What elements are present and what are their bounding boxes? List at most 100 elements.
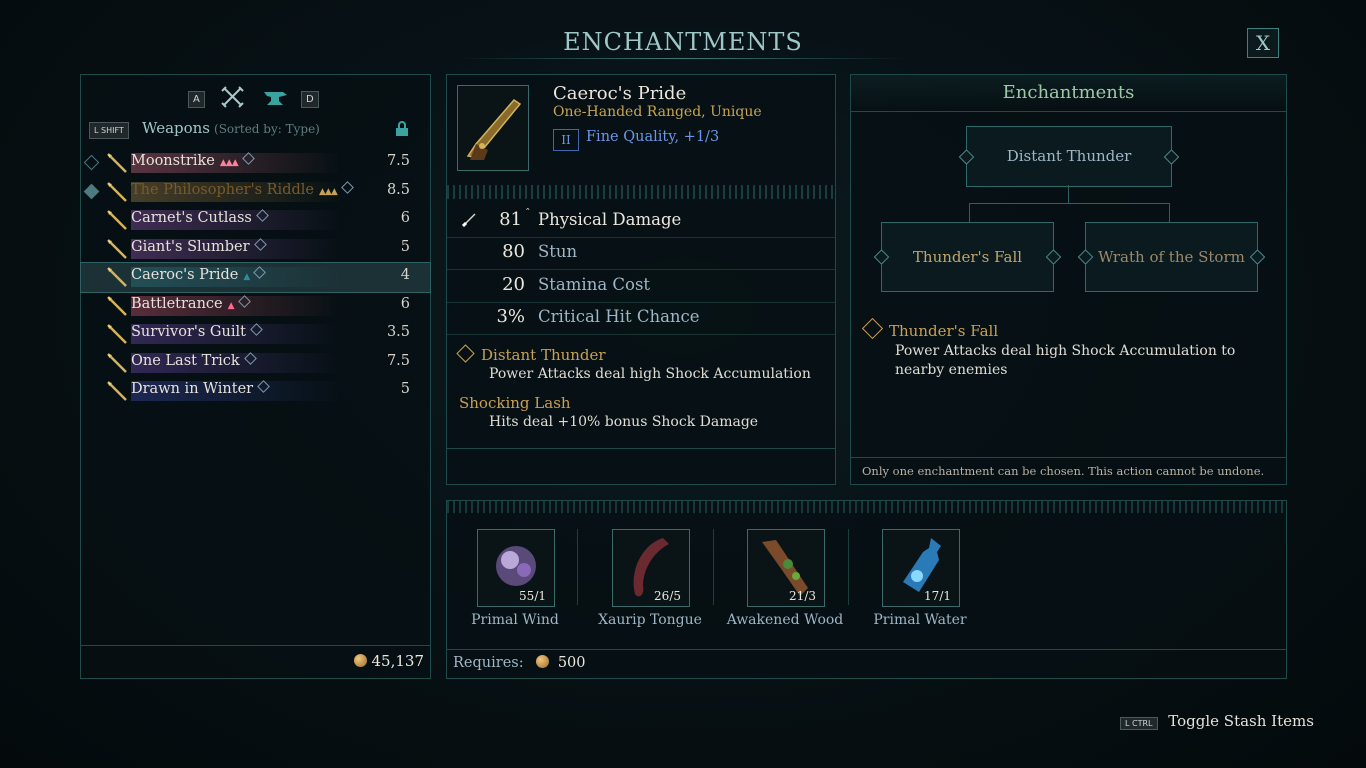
stat-row: 20 Stamina Cost (447, 270, 835, 303)
tree-connector (969, 203, 970, 222)
selected-enchant-title: Thunder's Fall (889, 322, 999, 340)
stat-label: Stamina Cost (538, 275, 651, 294)
enchant-slot-icon (253, 266, 267, 279)
marker-diamond-icon (83, 183, 100, 199)
material-name: Primal Wind (471, 612, 559, 628)
enchant-node-label: Wrath of the Storm (1098, 248, 1245, 266)
stat-row: 3% Critical Hit Chance (447, 302, 835, 335)
enchantment-title: Distant Thunder (481, 346, 606, 364)
material-slot[interactable]: 26/5 Xaurip Tongue (598, 529, 702, 628)
materials-panel: 55/1 Primal Wind 26/5 Xaurip Tongue 21/3… (446, 500, 1287, 679)
material-slot[interactable]: 21/3 Awakened Wood (727, 529, 843, 628)
material-slot[interactable]: 17/1 Primal Water (873, 529, 967, 628)
coin-icon (536, 655, 550, 668)
weapon-row[interactable]: Moonstrike ▲▲▲ 7.5 (81, 149, 430, 178)
section-divider (447, 501, 1286, 513)
page-title: ENCHANTMENTS (563, 28, 803, 56)
enchant-slot-icon (257, 380, 270, 393)
enchant-slot-icon (256, 209, 269, 222)
toggle-stash-label: Toggle Stash Items (1168, 712, 1314, 730)
coin-icon (353, 654, 367, 667)
category-title: Weapons (142, 119, 211, 137)
weapon-value: 7.5 (386, 153, 410, 169)
weapon-value: 6 (400, 295, 410, 312)
weapon-row[interactable]: Giant's Slumber 5 (81, 235, 430, 264)
enchant-node-label: Thunder's Fall (912, 248, 1023, 266)
stat-value: 20 (502, 274, 525, 295)
material-frame: 17/1 (882, 529, 960, 607)
enchantment-entry: Distant Thunder Power Attacks deal high … (456, 344, 811, 382)
requires-amount: 500 (557, 655, 586, 671)
section-divider (447, 185, 835, 199)
material-count: 26/5 (654, 589, 681, 603)
weapon-row[interactable]: The Philosopher's Riddle ▲▲▲ 8.5 (81, 178, 430, 207)
upgrade-marks: ▲ (227, 300, 235, 311)
material-divider (577, 529, 578, 605)
currency-amount: 45,137 (371, 652, 425, 670)
material-frame: 26/5 (612, 529, 690, 607)
enchantment-tree-panel: Enchantments Distant Thunder Thunder's F… (850, 74, 1287, 485)
weapon-name: One Last Trick (131, 351, 257, 369)
toggle-stash-hint[interactable]: L CTRL Toggle Stash Items (1120, 712, 1314, 730)
material-name: Primal Water (873, 612, 967, 628)
material-count: 21/3 (789, 589, 816, 603)
enchantment-panel-title: Enchantments (851, 75, 1286, 112)
weapon-value: 6 (400, 210, 410, 226)
weapon-row[interactable]: Battletrance ▲ 6 (81, 292, 430, 321)
upgrade-marks: ▲▲▲ (219, 158, 239, 168)
enchantment-diamond-icon (861, 317, 884, 340)
stat-label: Physical Damage (538, 210, 682, 229)
node-diamond-icon (1045, 249, 1062, 265)
weapon-icon (107, 181, 127, 202)
weapon-icon (107, 267, 127, 287)
weapon-icon (107, 210, 127, 230)
tree-connector (969, 203, 1169, 204)
tree-connector (1169, 203, 1170, 222)
lock-icon[interactable] (394, 121, 410, 137)
stat-value: 3% (496, 306, 525, 327)
requires-label: Requires: (453, 655, 524, 671)
next-category-key[interactable]: D (301, 91, 319, 108)
weapon-icon (107, 153, 127, 173)
enchantment-title: Shocking Lash (459, 394, 571, 412)
currency-bar: 45,137 (81, 645, 430, 680)
enchant-node-root[interactable]: Distant Thunder (958, 126, 1180, 187)
enchantment-diamond-icon (456, 344, 475, 363)
weapon-row[interactable]: Caeroc's Pride ▲ 4 (80, 262, 431, 293)
enchant-node-option-a[interactable]: Thunder's Fall (873, 222, 1062, 292)
weapon-row[interactable]: One Last Trick 7.5 (81, 349, 430, 378)
weapon-list: Moonstrike ▲▲▲ 7.5 The Philosopher's Riddle… (80, 149, 431, 406)
enchant-slot-icon (241, 152, 255, 165)
material-frame: 21/3 (747, 529, 825, 607)
quality-badge: II (553, 129, 579, 151)
enchant-slot-icon (237, 294, 251, 308)
enchantment-entry: Shocking Lash Hits deal +10% bonus Shock… (459, 394, 758, 430)
weapon-row[interactable]: Drawn in Winter 5 (81, 377, 430, 406)
weapon-name: Battletrance ▲ (131, 294, 251, 312)
selected-enchant-info: Thunder's Fall Power Attacks deal high S… (861, 317, 1275, 380)
weapon-row[interactable]: Carnet's Cutlass 6 (81, 206, 430, 235)
selected-enchant-desc: Power Attacks deal high Shock Accumulati… (895, 343, 1236, 378)
sort-label[interactable]: (Sorted by: Type) (214, 122, 320, 136)
enchant-slot-icon (250, 323, 263, 336)
weapon-value: 7.5 (386, 352, 410, 369)
node-diamond-icon (958, 148, 975, 165)
material-slot[interactable]: 55/1 Primal Wind (471, 529, 559, 628)
enchant-node-option-b[interactable]: Wrath of the Storm (1077, 222, 1266, 292)
enchant-slot-icon (340, 180, 354, 194)
shift-key-hint: L SHIFT (89, 122, 129, 139)
weapon-icon (107, 324, 127, 344)
melee-weapons-icon[interactable] (219, 85, 247, 109)
weapon-row[interactable]: Survivor's Guilt 3.5 (81, 320, 430, 349)
enchantment-desc: Power Attacks deal high Shock Accumulati… (489, 366, 811, 382)
enchant-slot-icon (243, 351, 257, 365)
material-divider (848, 529, 849, 605)
anvil-icon[interactable] (261, 85, 289, 109)
weapon-name: The Philosopher's Riddle ▲▲▲ (131, 180, 354, 198)
close-button[interactable]: X (1247, 28, 1279, 58)
weapon-value: 5 (400, 381, 410, 397)
prev-category-key[interactable]: A (188, 91, 205, 108)
enchant-slot-icon (253, 237, 267, 251)
material-count: 55/1 (519, 589, 546, 603)
stat-label: Critical Hit Chance (538, 307, 700, 326)
